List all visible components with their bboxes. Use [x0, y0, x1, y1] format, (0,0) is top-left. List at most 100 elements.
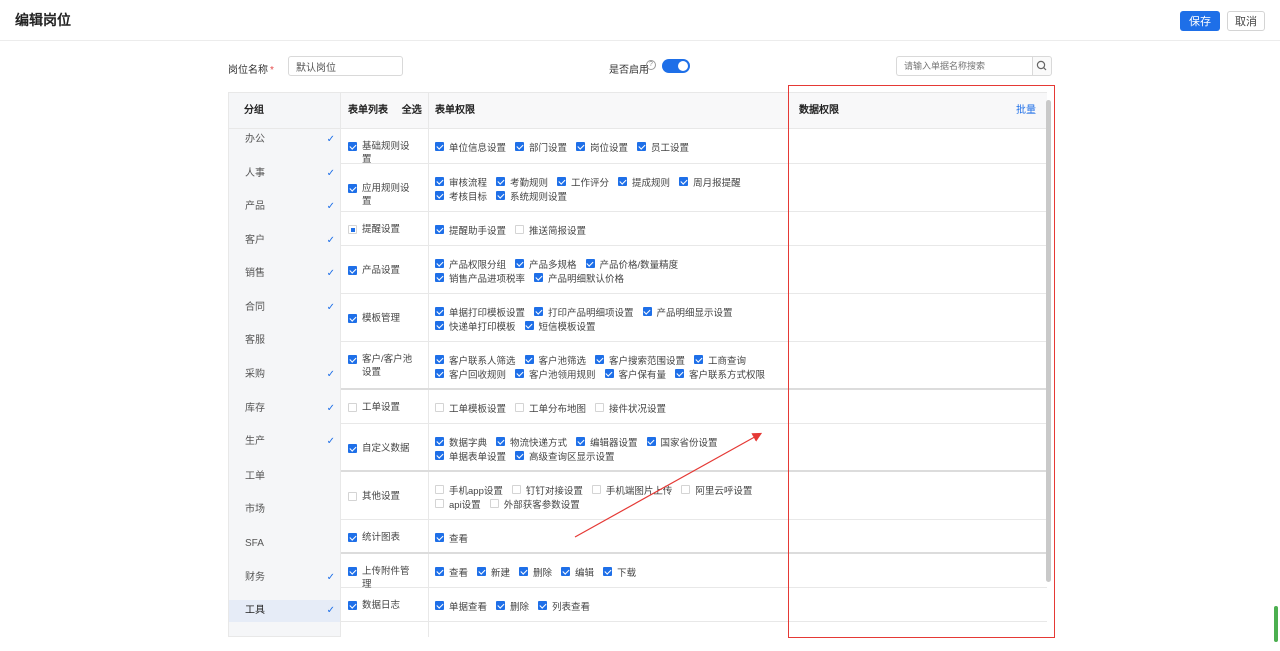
permission-option[interactable]: 产品明细默认价格 [534, 271, 624, 285]
permission-checkbox[interactable] [515, 225, 525, 234]
permission-option[interactable]: 工作评分 [557, 175, 609, 189]
sidebar-item[interactable]: 库存 ✓ [229, 398, 340, 420]
permission-option[interactable]: 国家省份设置 [646, 435, 718, 449]
sidebar-item[interactable]: 生产 ✓ [229, 431, 340, 453]
permission-option[interactable]: 客户联系方式权限 [675, 367, 765, 381]
sidebar-item[interactable]: 办公 ✓ [229, 129, 340, 151]
permission-option[interactable]: 提成规则 [618, 175, 670, 189]
sidebar-item[interactable]: 工单 [229, 466, 340, 488]
search-button[interactable] [1032, 56, 1052, 76]
row-checkbox[interactable] [348, 567, 357, 576]
permission-checkbox[interactable] [435, 273, 444, 282]
form-list-cell[interactable]: 其他设置 [348, 490, 417, 503]
permission-option[interactable]: 客户保有量 [604, 367, 666, 381]
permission-checkbox[interactable] [477, 567, 487, 576]
permission-option[interactable]: 客户池筛选 [524, 353, 586, 367]
permission-option[interactable]: 工单分布地图 [515, 401, 586, 415]
permission-option[interactable]: 阿里云呼设置 [681, 483, 752, 497]
permission-checkbox[interactable] [435, 601, 444, 610]
permission-option[interactable]: 单位信息设置 [435, 140, 506, 154]
permission-checkbox[interactable] [595, 403, 605, 412]
permission-checkbox[interactable] [576, 437, 586, 446]
permission-checkbox[interactable] [435, 403, 444, 412]
permission-checkbox[interactable] [489, 499, 499, 508]
permission-checkbox[interactable] [538, 601, 548, 610]
permission-option[interactable]: 客户搜索范围设置 [595, 353, 685, 367]
permission-option[interactable]: 系统规则设置 [496, 189, 567, 203]
permission-checkbox[interactable] [642, 307, 652, 316]
row-checkbox[interactable] [348, 533, 357, 542]
permission-option[interactable]: 编辑器设置 [576, 435, 638, 449]
permission-option[interactable]: 下载 [603, 565, 636, 579]
sidebar-item[interactable]: 产品 ✓ [229, 196, 340, 218]
permission-checkbox[interactable] [496, 191, 506, 200]
row-checkbox[interactable] [348, 444, 357, 453]
permission-option[interactable]: 工商查询 [694, 353, 746, 367]
permission-checkbox[interactable] [435, 499, 444, 508]
permission-checkbox[interactable] [435, 321, 444, 330]
permission-option[interactable]: 钉钉对接设置 [511, 483, 583, 497]
permission-checkbox[interactable] [604, 369, 614, 378]
permission-option[interactable]: 销售产品进项税率 [435, 271, 525, 285]
table-scrollbar[interactable] [1046, 100, 1051, 582]
permission-option[interactable]: 产品权限分组 [435, 257, 506, 271]
form-list-cell[interactable]: 应用规则设置 [348, 182, 417, 208]
permission-checkbox[interactable] [435, 369, 444, 378]
permission-checkbox[interactable] [618, 177, 628, 186]
permission-checkbox[interactable] [591, 485, 601, 494]
permission-checkbox[interactable] [435, 225, 444, 234]
form-list-cell[interactable]: 客户/客户池设置 [348, 353, 417, 379]
permission-checkbox[interactable] [524, 321, 534, 330]
permission-checkbox[interactable] [515, 142, 525, 151]
sidebar-item[interactable]: 采购 ✓ [229, 364, 340, 386]
permission-option[interactable]: 客户联系人筛选 [435, 353, 516, 367]
row-checkbox[interactable] [348, 403, 357, 412]
permission-checkbox[interactable] [435, 451, 444, 460]
permission-option[interactable]: api设置 [435, 497, 481, 511]
permission-checkbox[interactable] [515, 403, 525, 412]
sidebar-item[interactable]: 市场 [229, 499, 340, 521]
permission-checkbox[interactable] [694, 355, 704, 364]
position-name-input[interactable] [288, 56, 403, 76]
save-button[interactable]: 保存 [1180, 11, 1220, 31]
form-list-cell[interactable]: 提醒设置 [348, 223, 417, 236]
permission-option[interactable]: 岗位设置 [576, 140, 628, 154]
permission-option[interactable]: 工单模板设置 [435, 401, 506, 415]
permission-checkbox[interactable] [681, 485, 691, 494]
permission-option[interactable]: 手机端图片上传 [591, 483, 672, 497]
batch-link[interactable]: 批量 [1016, 93, 1036, 129]
form-list-cell[interactable]: 自定义数据 [348, 442, 417, 455]
permission-checkbox[interactable] [515, 259, 525, 268]
permission-option[interactable]: 产品多规格 [515, 257, 577, 271]
permission-option[interactable]: 打印产品明细项设置 [534, 305, 634, 319]
permission-checkbox[interactable] [511, 485, 521, 494]
permission-option[interactable]: 新建 [477, 565, 510, 579]
permission-checkbox[interactable] [534, 307, 544, 316]
permission-checkbox[interactable] [435, 177, 444, 186]
permission-checkbox[interactable] [576, 142, 586, 151]
permission-option[interactable]: 员工设置 [637, 140, 689, 154]
permission-option[interactable]: 推送简报设置 [515, 223, 586, 237]
permission-option[interactable]: 高级查询区显示设置 [515, 449, 615, 463]
sidebar-item[interactable]: 人事 ✓ [229, 163, 340, 185]
permission-checkbox[interactable] [435, 142, 444, 151]
permission-checkbox[interactable] [435, 437, 444, 446]
permission-checkbox[interactable] [435, 259, 444, 268]
row-checkbox[interactable] [348, 266, 357, 275]
sidebar-item[interactable]: 客服 [229, 330, 340, 352]
sidebar-item[interactable]: 客户 ✓ [229, 230, 340, 252]
permission-option[interactable]: 删除 [496, 599, 529, 613]
permission-option[interactable]: 短信模板设置 [524, 319, 596, 333]
permission-option[interactable]: 物流快递方式 [496, 435, 567, 449]
row-checkbox[interactable] [348, 601, 357, 610]
permission-option[interactable]: 查看 [435, 531, 468, 545]
permission-checkbox[interactable] [515, 451, 525, 460]
permission-checkbox[interactable] [603, 567, 613, 576]
permission-option[interactable]: 单据打印模板设置 [435, 305, 525, 319]
permission-checkbox[interactable] [496, 437, 506, 446]
enabled-toggle[interactable] [662, 59, 690, 73]
permission-option[interactable]: 单据表单设置 [435, 449, 506, 463]
sidebar-item[interactable]: SFA [229, 533, 340, 555]
permission-option[interactable]: 删除 [519, 565, 552, 579]
permission-checkbox[interactable] [435, 567, 444, 576]
